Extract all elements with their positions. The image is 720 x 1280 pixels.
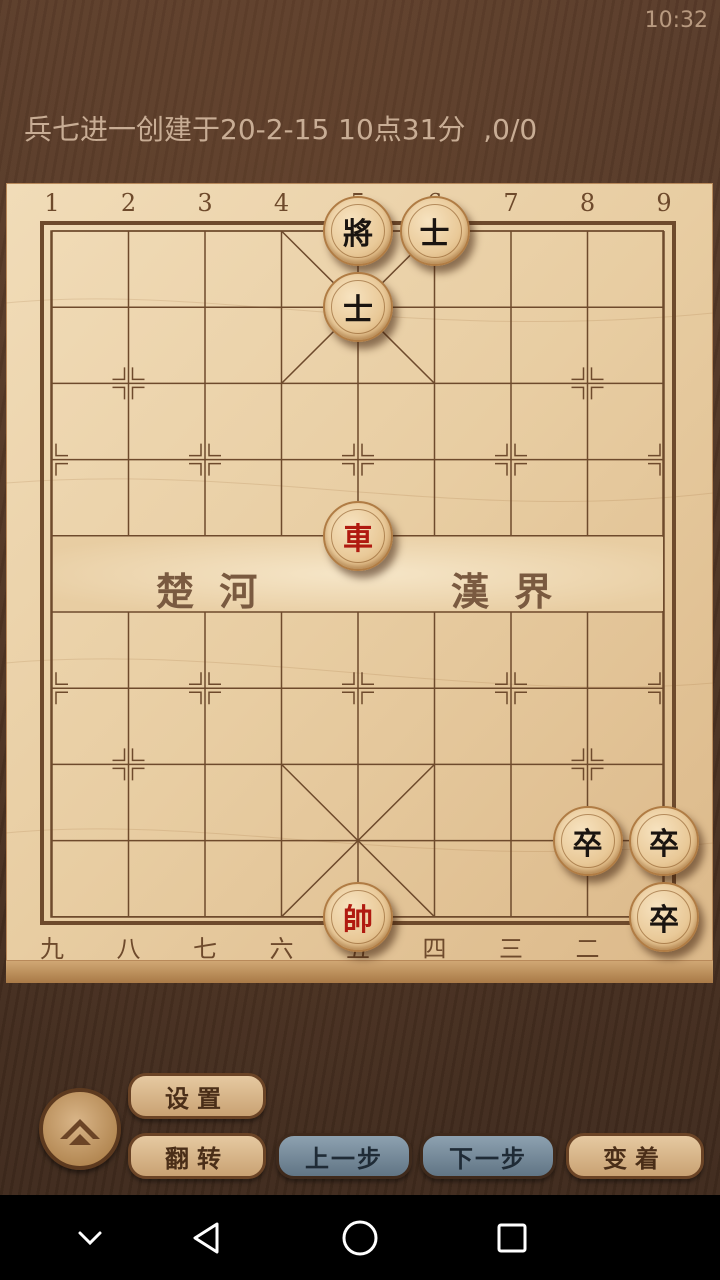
file-number-top-4: 4 [273,189,290,217]
river-left-label: 楚 河 [156,569,264,614]
piece-black[interactable]: 將 [323,196,393,266]
flip-button[interactable]: 翻转 [128,1133,266,1179]
file-number-top-9: 9 [656,189,672,217]
xiangqi-board[interactable]: 楚 河 漢 界 123456789九八七六五四三二一將士士車卒卒帥卒 [6,183,713,983]
file-number-top-2: 2 [120,189,137,217]
file-number-top-7: 7 [503,189,519,217]
piece-black[interactable]: 卒 [629,805,699,876]
river-right-label: 漢 界 [451,569,559,614]
file-number-bottom-7: 三 [499,935,523,963]
piece-label: 卒 [637,889,691,944]
nav-recents-icon [497,1223,527,1253]
file-number-bottom-4: 六 [269,935,294,963]
variation-button[interactable]: 变着 [566,1133,704,1179]
file-number-bottom-8: 二 [575,935,600,963]
nav-back-button[interactable] [176,1213,236,1263]
file-number-top-3: 3 [197,189,213,217]
nav-back-icon [193,1222,219,1254]
piece-black[interactable]: 士 [323,272,393,343]
file-number-top-1: 1 [44,189,60,217]
piece-label: 卒 [560,813,615,868]
nav-down-button[interactable] [60,1213,120,1263]
settings-button[interactable]: 设置 [128,1073,266,1119]
nav-home-icon [342,1220,378,1256]
expand-menu-button[interactable] [39,1088,121,1170]
piece-label: 將 [331,204,385,258]
file-number-bottom-2: 八 [116,935,141,963]
piece-label: 士 [407,204,462,258]
prev-move-button[interactable]: 上一步 [276,1133,412,1179]
piece-red[interactable]: 帥 [323,881,393,952]
piece-label: 士 [331,280,385,335]
file-number-bottom-3: 七 [193,935,217,963]
nav-down-icon [78,1231,102,1246]
game-record-title: 兵七进一创建于20-2-15 10点31分 ,0/0 [24,113,538,146]
system-nav-bar [0,1195,720,1280]
file-number-top-8: 8 [579,189,596,217]
file-number-bottom-1: 九 [40,935,64,963]
piece-label: 卒 [637,813,691,868]
piece-black[interactable]: 卒 [552,805,623,876]
piece-label: 帥 [331,889,385,944]
piece-red[interactable]: 車 [323,500,393,571]
piece-label: 車 [331,508,385,563]
file-number-bottom-6: 四 [422,935,447,963]
chevron-up-icon [60,1119,100,1145]
app-screen: 10:32 兵七进一创建于20-2-15 10点31分 ,0/0 楚 河 漢 界… [0,0,720,1195]
nav-recents-button[interactable] [482,1213,542,1263]
nav-home-button[interactable] [330,1213,390,1263]
status-time: 10:32 [644,8,708,33]
next-move-button[interactable]: 下一步 [420,1133,556,1179]
piece-black[interactable]: 士 [399,196,470,266]
piece-black[interactable]: 卒 [629,881,699,952]
